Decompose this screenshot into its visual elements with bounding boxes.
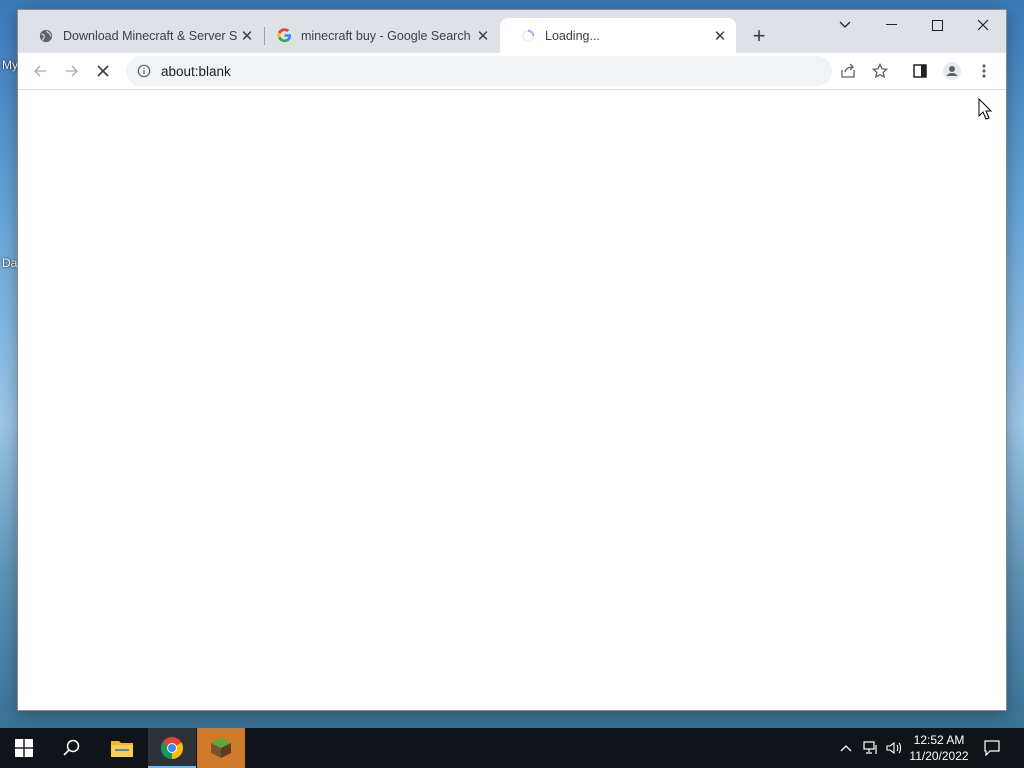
- close-icon: [977, 19, 989, 31]
- tab-search-button[interactable]: [822, 10, 868, 40]
- avatar-icon: [943, 62, 961, 80]
- side-panel-button[interactable]: [906, 57, 934, 85]
- kebab-menu-icon: [982, 64, 986, 78]
- tab-title: Download Minecraft & Server Sc: [63, 28, 237, 43]
- tab-loading[interactable]: Loading... ✕: [500, 18, 736, 53]
- info-icon[interactable]: [136, 63, 152, 79]
- tab-title: minecraft buy - Google Search: [301, 28, 471, 43]
- file-explorer-icon: [111, 741, 133, 757]
- share-icon: [841, 63, 855, 78]
- network-button[interactable]: [860, 728, 882, 768]
- stop-icon: [97, 65, 109, 77]
- new-tab-button[interactable]: +: [748, 25, 770, 48]
- minimize-button[interactable]: [868, 10, 914, 40]
- stop-button[interactable]: [89, 57, 117, 85]
- file-explorer-button[interactable]: [98, 728, 146, 768]
- taskbar: 12:52 AM 11/20/2022: [0, 728, 1024, 768]
- close-icon[interactable]: ✕: [237, 26, 257, 46]
- share-button[interactable]: [834, 57, 862, 85]
- close-window-button[interactable]: [960, 10, 1006, 40]
- close-icon[interactable]: ✕: [473, 26, 493, 46]
- arrow-left-icon: [33, 65, 46, 77]
- menu-button[interactable]: [970, 57, 998, 85]
- clock-date: 11/20/2022: [909, 749, 969, 763]
- desktop-icon-label: My: [2, 58, 18, 72]
- mouse-cursor-icon: [978, 98, 992, 120]
- arrow-right-icon: [66, 65, 79, 77]
- windows-start-icon: [15, 739, 33, 757]
- maximize-button[interactable]: [914, 10, 960, 40]
- network-icon: [863, 741, 877, 754]
- tab-strip: Download Minecraft & Server Sc ✕ minecra…: [18, 10, 1006, 53]
- chevron-down-icon: [839, 21, 851, 28]
- browser-window: Download Minecraft & Server Sc ✕ minecra…: [18, 10, 1006, 710]
- chrome-icon: [161, 737, 183, 759]
- close-icon[interactable]: ✕: [710, 26, 730, 46]
- notification-icon: [984, 740, 1000, 756]
- side-panel-icon: [913, 64, 927, 78]
- bookmark-button[interactable]: [866, 57, 894, 85]
- taskbar-search-button[interactable]: [48, 728, 96, 768]
- profile-button[interactable]: [938, 57, 966, 85]
- tab-download-minecraft[interactable]: Download Minecraft & Server Sc ✕: [18, 18, 263, 53]
- back-button[interactable]: [26, 57, 54, 85]
- address-bar[interactable]: about:blank: [126, 56, 832, 86]
- tab-title: Loading...: [545, 28, 600, 43]
- minecraft-taskbar-button[interactable]: [197, 728, 245, 768]
- google-icon: [276, 28, 292, 44]
- browser-toolbar: about:blank: [18, 53, 1006, 90]
- page-content: [18, 90, 1006, 710]
- star-icon: [872, 63, 888, 79]
- address-text[interactable]: about:blank: [161, 64, 231, 79]
- notifications-button[interactable]: [980, 728, 1004, 768]
- forward-button[interactable]: [58, 57, 86, 85]
- minecraft-icon: [211, 738, 231, 758]
- tab-google-search[interactable]: minecraft buy - Google Search ✕: [256, 18, 499, 53]
- minimize-icon: [885, 24, 897, 25]
- loading-spinner-icon: [520, 28, 536, 44]
- start-button[interactable]: [0, 728, 48, 768]
- desktop-icon-label: Da: [2, 256, 18, 270]
- system-clock[interactable]: 12:52 AM 11/20/2022: [906, 732, 972, 764]
- chevron-up-icon: [840, 745, 852, 752]
- maximize-icon: [931, 19, 943, 31]
- speaker-icon: [886, 741, 902, 755]
- chrome-taskbar-button[interactable]: [148, 728, 196, 768]
- show-hidden-icons-button[interactable]: [836, 728, 856, 768]
- search-icon: [63, 739, 80, 756]
- volume-button[interactable]: [884, 728, 904, 768]
- clock-time: 12:52 AM: [913, 733, 965, 747]
- globe-icon: [38, 28, 54, 44]
